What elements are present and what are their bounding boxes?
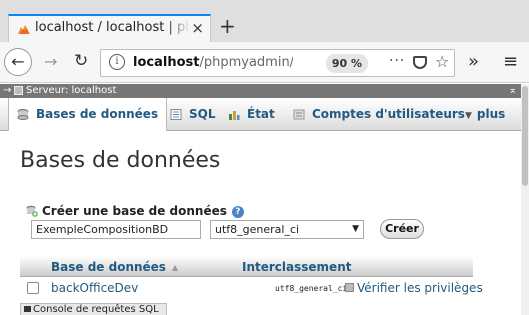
help-icon[interactable]: ? (231, 206, 244, 218)
tab-databases[interactable]: Bases de données (8, 98, 168, 131)
privileges-icon (345, 283, 354, 292)
collapse-icon[interactable]: ⌅ (509, 84, 517, 98)
new-tab-icon[interactable]: + (219, 14, 236, 38)
tab-close-icon[interactable]: × (191, 19, 204, 37)
zoom-indicator[interactable]: 90 % (326, 54, 368, 73)
reload-icon[interactable]: ↻ (74, 51, 88, 71)
status-chart-icon (229, 111, 240, 120)
sort-asc-icon: ▲ (171, 263, 179, 272)
browser-tab[interactable]: localhost / localhost | phpMyAdmin × (8, 14, 211, 42)
console-icon (24, 306, 31, 312)
database-name-input[interactable] (31, 220, 201, 239)
create-database-heading: Créer une base de données? (26, 204, 244, 218)
create-button[interactable]: Créer (380, 219, 424, 239)
tab-title: localhost / localhost | phpMyAdmin (35, 20, 190, 35)
hamburger-menu-icon[interactable]: ≡ (503, 51, 518, 72)
back-arrow-icon[interactable]: ← (4, 48, 32, 76)
arrow-right-icon: → (3, 85, 12, 96)
new-database-icon (26, 205, 38, 217)
row-checkbox[interactable] (27, 282, 39, 294)
bookmark-star-icon[interactable]: ☆ (435, 52, 449, 71)
tab-status[interactable]: État (228, 98, 275, 131)
server-label[interactable]: Serveur: localhost (26, 84, 116, 98)
sql-console-toggle[interactable]: Console de requêtes SQL (20, 303, 167, 315)
databases-table: Base de données ▲ Interclassement backOff… (20, 256, 483, 299)
caret-down-icon: ▼ (465, 111, 472, 121)
database-collation: utf8_general_ci (275, 284, 348, 293)
database-name-link[interactable]: backOfficeDev (51, 281, 138, 295)
users-icon (293, 109, 305, 120)
sql-icon (170, 109, 182, 120)
column-header-database[interactable]: Base de données ▲ (51, 260, 178, 274)
browser-toolbar: ← → ↻ i localhost/phpmyadmin/server_data… (0, 42, 529, 83)
url-text[interactable]: localhost/phpmyadmin/server_databases.ph… (133, 55, 293, 70)
overflow-chevron-icon[interactable]: » (468, 51, 479, 72)
server-icon (14, 86, 23, 95)
server-tabs: Bases de données SQL État Comptes d'util… (0, 98, 521, 131)
phpmyadmin-favicon-icon (18, 25, 30, 34)
browser-tab-strip: localhost / localhost | phpMyAdmin × + (0, 0, 529, 42)
collation-selected-value: utf8_general_ci (215, 223, 300, 236)
forward-arrow-icon[interactable]: → (44, 52, 57, 71)
tab-user-accounts[interactable]: Comptes d'utilisateurs (293, 98, 465, 131)
table-row: backOfficeDev utf8_general_ci Vérifier l… (20, 277, 483, 299)
check-privileges-link[interactable]: Vérifier les privilèges (345, 281, 483, 295)
scrollbar-thumb[interactable] (522, 86, 528, 186)
page-title: Bases de données (20, 148, 221, 173)
server-breadcrumb: → Serveur: localhost ⌅ (0, 84, 521, 98)
table-header: Base de données ▲ Interclassement (20, 256, 473, 277)
database-icon (17, 109, 29, 120)
tab-sql[interactable]: SQL (170, 98, 216, 131)
column-header-collation[interactable]: Interclassement (242, 260, 351, 274)
page-scrollbar[interactable] (521, 84, 529, 315)
pocket-icon[interactable] (413, 56, 427, 69)
dropdown-caret-icon: ▼ (352, 224, 359, 234)
page-actions-icon[interactable]: ··· (389, 53, 405, 69)
url-bar[interactable]: i localhost/phpmyadmin/server_databases.… (100, 49, 455, 77)
tab-more[interactable]: ▼ plus (465, 98, 505, 131)
site-info-icon[interactable]: i (109, 54, 125, 70)
collation-select[interactable]: utf8_general_ci ▼ (210, 220, 364, 239)
